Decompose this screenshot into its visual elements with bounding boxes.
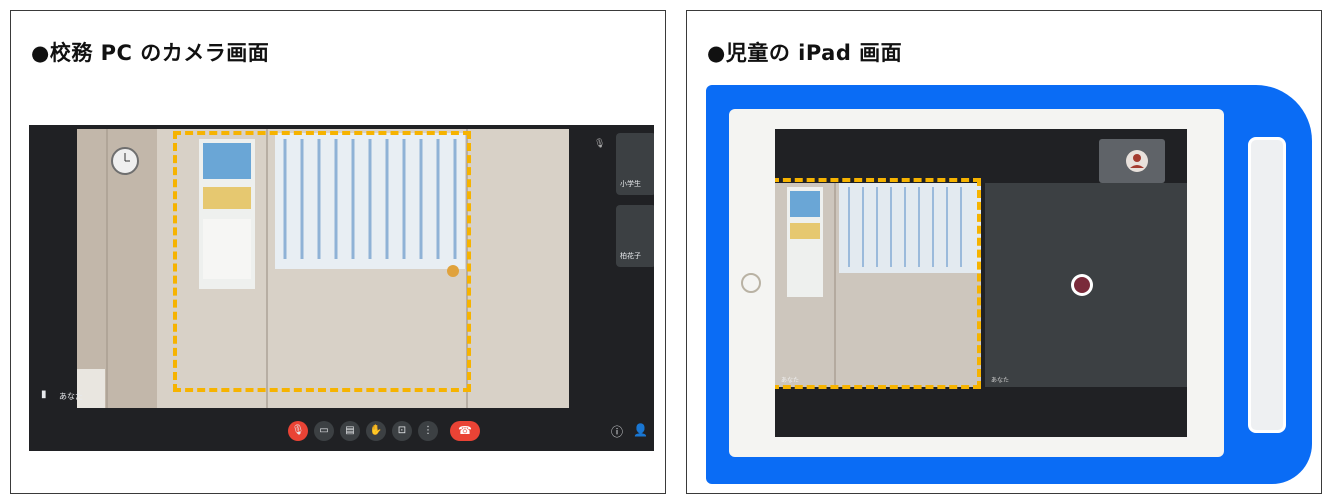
- self-label: あなた: [59, 392, 83, 401]
- people-icon[interactable]: 👤: [633, 423, 648, 437]
- info-icon[interactable]: ⓘ: [611, 423, 623, 440]
- end-call-icon[interactable]: ☎: [450, 421, 480, 441]
- home-button-icon[interactable]: [741, 273, 761, 293]
- participant-tile-1[interactable]: 小学生: [616, 133, 654, 195]
- ipad-screen: あなた あなた: [775, 129, 1187, 437]
- camera-feed: [77, 129, 569, 408]
- ipad-panel-title: ●児童の iPad 画面: [707, 41, 903, 65]
- self-preview-tile[interactable]: [1099, 139, 1165, 183]
- camera-icon[interactable]: ▭: [314, 421, 334, 441]
- captions-icon[interactable]: ▤: [340, 421, 360, 441]
- participant-tile-2[interactable]: 柏花子: [616, 205, 654, 267]
- meet-window: 小学生 柏花子 🎙 ▮ あなた 🎙 ▭ ▤ ✋ ⊡ ⋮ ☎ ⓘ 👤: [29, 125, 654, 451]
- participant-tile-ipad[interactable]: あなた: [985, 183, 1187, 387]
- ipad-panel: ●児童の iPad 画面 あなた あなた: [686, 10, 1322, 494]
- raise-hand-icon[interactable]: ✋: [366, 421, 386, 441]
- tile-label-2: あなた: [991, 377, 1010, 384]
- ipad-side-panel: [1248, 137, 1286, 433]
- ipad-frame: あなた あなた: [706, 85, 1312, 484]
- pin-icon: ▮: [41, 389, 47, 400]
- highlight-dashed-box-ipad: [775, 178, 981, 389]
- more-icon[interactable]: ⋮: [418, 421, 438, 441]
- ipad-bezel: あなた あなた: [729, 109, 1224, 457]
- mic-off-small-icon: 🎙: [594, 139, 606, 149]
- pc-panel-title: ●校務 PC のカメラ画面: [31, 41, 270, 65]
- participant-name-1: 小学生: [620, 180, 641, 188]
- participant-avatar-icon: [1071, 274, 1093, 296]
- avatar-icon: [1126, 150, 1148, 172]
- participant-name-2: 柏花子: [620, 252, 641, 260]
- mic-off-icon[interactable]: 🎙: [288, 421, 308, 441]
- highlight-dashed-box: [173, 131, 471, 392]
- present-icon[interactable]: ⊡: [392, 421, 412, 441]
- pc-camera-panel: ●校務 PC のカメラ画面 小学生 柏花子 🎙 ▮ あなた 🎙 ▭ ▤ ✋ ⊡ …: [10, 10, 666, 494]
